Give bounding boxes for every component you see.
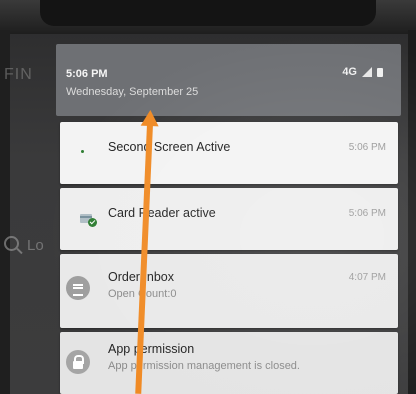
background-app-label: FIN xyxy=(4,66,33,83)
status-time: 5:06 PM xyxy=(66,68,108,80)
notification-card-reader[interactable]: Card Reader active 5:06 PM xyxy=(60,188,398,250)
background-search-text: Lo xyxy=(27,237,44,254)
search-icon xyxy=(4,236,19,251)
notification-time: 5:06 PM xyxy=(348,142,386,153)
network-type: 4G xyxy=(342,66,357,78)
status-date: Wednesday, September 25 xyxy=(66,86,199,98)
device-left-edge xyxy=(0,30,10,394)
annotation-arrow-head xyxy=(140,109,160,127)
notification-title: App permission xyxy=(108,342,195,356)
notification-time: 5:06 PM xyxy=(348,208,386,219)
lock-icon xyxy=(66,350,90,374)
card-reader-icon xyxy=(80,212,98,227)
notification-second-screen[interactable]: Second Screen Active 5:06 PM xyxy=(60,122,398,184)
status-header[interactable]: 5:06 PM Wednesday, September 25 4G xyxy=(56,44,401,116)
notification-app-permission[interactable]: App permission App permission management… xyxy=(60,332,398,394)
background-search: Lo xyxy=(4,236,44,254)
signal-icon xyxy=(362,67,372,77)
notification-title: Card Reader active xyxy=(108,206,216,220)
dot-icon xyxy=(81,150,84,153)
status-indicators: 4G xyxy=(342,66,383,78)
notification-time: 4:07 PM xyxy=(348,272,386,283)
notification-order-inbox[interactable]: Order Inbox Open Count:0 4:07 PM xyxy=(60,254,398,328)
battery-icon xyxy=(377,67,383,77)
inbox-icon xyxy=(66,276,90,300)
notification-shade[interactable]: 5:06 PM Wednesday, September 25 4G Secon… xyxy=(56,38,410,394)
notification-title: Second Screen Active xyxy=(108,140,231,154)
device-top-bezel xyxy=(0,0,416,34)
